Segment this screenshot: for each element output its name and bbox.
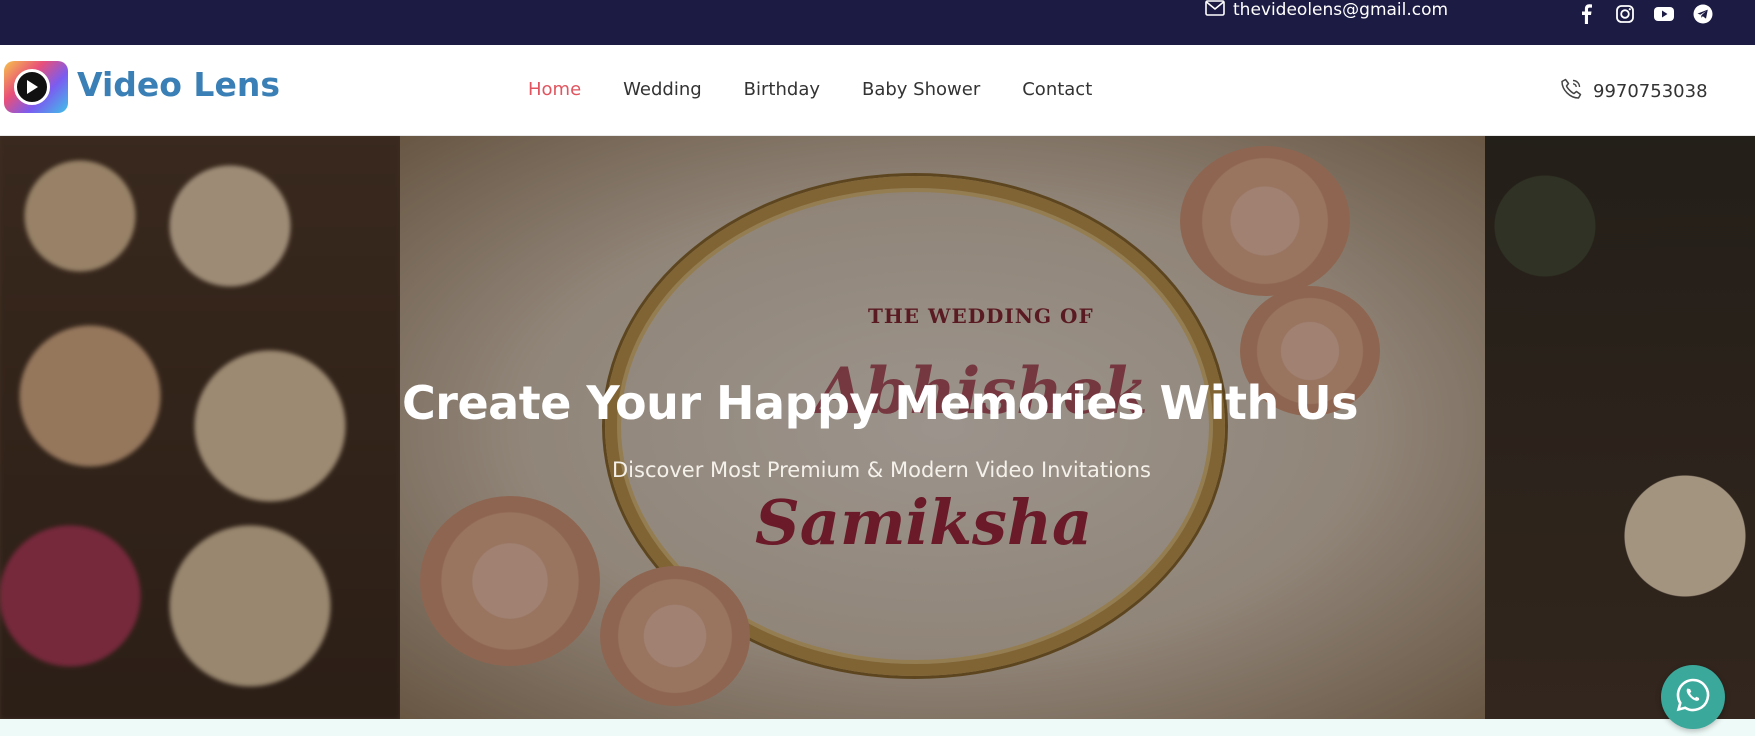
nav-wedding[interactable]: Wedding bbox=[623, 79, 702, 100]
whatsapp-icon bbox=[1674, 676, 1712, 718]
nav-baby-shower[interactable]: Baby Shower bbox=[862, 79, 980, 100]
card-heading: THE WEDDING OF bbox=[868, 304, 1094, 328]
nav-contact[interactable]: Contact bbox=[1022, 79, 1092, 100]
telegram-icon[interactable] bbox=[1691, 3, 1715, 25]
next-section-strip bbox=[0, 719, 1755, 736]
whatsapp-button[interactable] bbox=[1661, 665, 1725, 729]
social-links bbox=[1574, 3, 1715, 25]
facebook-icon[interactable] bbox=[1574, 3, 1598, 25]
site-header: Video Lens Home Wedding Birthday Baby Sh… bbox=[0, 45, 1755, 136]
instagram-icon[interactable] bbox=[1613, 3, 1637, 25]
phone-contact[interactable]: 9970753038 bbox=[1559, 77, 1708, 106]
mail-icon bbox=[1205, 0, 1225, 21]
nav-home[interactable]: Home bbox=[528, 79, 581, 100]
card-name-2: Samiksha bbox=[755, 486, 1093, 559]
logo-text[interactable]: Video Lens bbox=[77, 65, 280, 104]
youtube-icon[interactable] bbox=[1652, 3, 1676, 25]
hero-banner: THE WEDDING OF Abhishek Samiksha Create … bbox=[0, 136, 1755, 719]
email-text: thevideolens@gmail.com bbox=[1233, 0, 1449, 20]
logo-icon[interactable] bbox=[4, 61, 68, 113]
main-nav: Home Wedding Birthday Baby Shower Contac… bbox=[528, 79, 1092, 100]
hero-subtitle: Discover Most Premium & Modern Video Inv… bbox=[612, 458, 1151, 482]
hero-title: Create Your Happy Memories With Us bbox=[402, 376, 1358, 430]
top-bar: thevideolens@gmail.com bbox=[0, 0, 1755, 45]
nav-birthday[interactable]: Birthday bbox=[744, 79, 820, 100]
email-contact[interactable]: thevideolens@gmail.com bbox=[1205, 0, 1448, 20]
phone-number: 9970753038 bbox=[1593, 81, 1708, 102]
phone-icon bbox=[1559, 77, 1583, 106]
